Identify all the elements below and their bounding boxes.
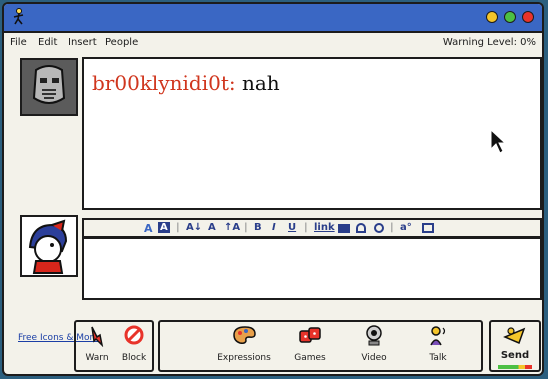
- im-window: File Edit Insert People Warning Level: 0…: [2, 2, 544, 376]
- card-icon[interactable]: [422, 223, 434, 233]
- menu-bar: File Edit Insert People Warning Level: 0…: [4, 33, 542, 53]
- toolbar-separator: |: [304, 222, 308, 233]
- italic-button[interactable]: I: [272, 222, 276, 233]
- close-button[interactable]: [522, 11, 534, 23]
- message-text: nah: [241, 71, 280, 95]
- video-label: Video: [361, 353, 387, 363]
- buddy-avatar[interactable]: [20, 58, 78, 116]
- menu-people[interactable]: People: [105, 37, 138, 48]
- message-input[interactable]: [82, 237, 542, 300]
- increase-font-button[interactable]: ↑A: [224, 222, 240, 233]
- block-label: Block: [121, 353, 147, 363]
- talk-button[interactable]: Talk: [420, 317, 456, 374]
- warn-label: Warn: [85, 353, 109, 363]
- running-man-icon: [13, 8, 24, 25]
- link-button[interactable]: link: [314, 222, 335, 233]
- decrease-font-button[interactable]: A↓: [186, 222, 202, 233]
- normal-font-button[interactable]: A: [208, 222, 216, 233]
- send-label: Send: [500, 350, 530, 361]
- warn-icon: [91, 326, 104, 347]
- image-icon[interactable]: [338, 224, 350, 233]
- menu-edit[interactable]: Edit: [38, 37, 57, 48]
- toolbar-separator: |: [176, 222, 180, 233]
- send-button[interactable]: Send: [492, 317, 538, 374]
- mouse-cursor-icon: [490, 129, 506, 154]
- toolbar-separator: |: [244, 222, 248, 233]
- mask-icon: [32, 65, 66, 104]
- block-button[interactable]: Block: [116, 317, 152, 374]
- chat-message: br00klynidi0t: nah: [92, 71, 280, 95]
- palette-icon: [233, 326, 256, 344]
- bold-button[interactable]: B: [254, 222, 262, 233]
- menu-insert[interactable]: Insert: [68, 37, 97, 48]
- talk-icon: [430, 326, 446, 346]
- extras-button[interactable]: a°: [400, 222, 412, 233]
- video-button[interactable]: Video: [356, 317, 392, 374]
- title-bar[interactable]: [4, 4, 542, 33]
- games-button[interactable]: Games: [288, 317, 332, 374]
- webcam-icon: [366, 325, 382, 346]
- expressions-label: Expressions: [217, 353, 271, 363]
- talk-label: Talk: [429, 353, 447, 363]
- text-color-button[interactable]: A: [144, 222, 153, 235]
- background-icon[interactable]: [356, 223, 366, 233]
- conversation-area[interactable]: br00klynidi0t: nah: [82, 57, 542, 210]
- warning-level: Warning Level: 0%: [442, 37, 536, 48]
- menu-file[interactable]: File: [10, 37, 27, 48]
- cartoon-character-icon: [28, 219, 68, 274]
- block-icon: [124, 325, 144, 345]
- bottom-toolbar: Warn Block Expressions Games Video Talk …: [4, 317, 542, 374]
- background-color-button[interactable]: A: [158, 222, 170, 233]
- expressions-button[interactable]: Expressions: [210, 317, 278, 374]
- smiley-icon[interactable]: [374, 223, 384, 233]
- minimize-button[interactable]: [486, 11, 498, 23]
- underline-button[interactable]: U: [288, 222, 296, 233]
- warn-button[interactable]: Warn: [80, 317, 114, 374]
- toolbar-separator: |: [390, 222, 394, 233]
- warning-meter: [498, 365, 532, 369]
- games-label: Games: [294, 353, 326, 363]
- message-sender: br00klynidi0t:: [92, 71, 236, 95]
- my-avatar[interactable]: [20, 215, 78, 277]
- maximize-button[interactable]: [504, 11, 516, 23]
- format-toolbar: A A | A↓ A ↑A | B I U | link | a°: [82, 218, 542, 238]
- dice-icon: [299, 327, 321, 343]
- send-icon: [503, 327, 526, 345]
